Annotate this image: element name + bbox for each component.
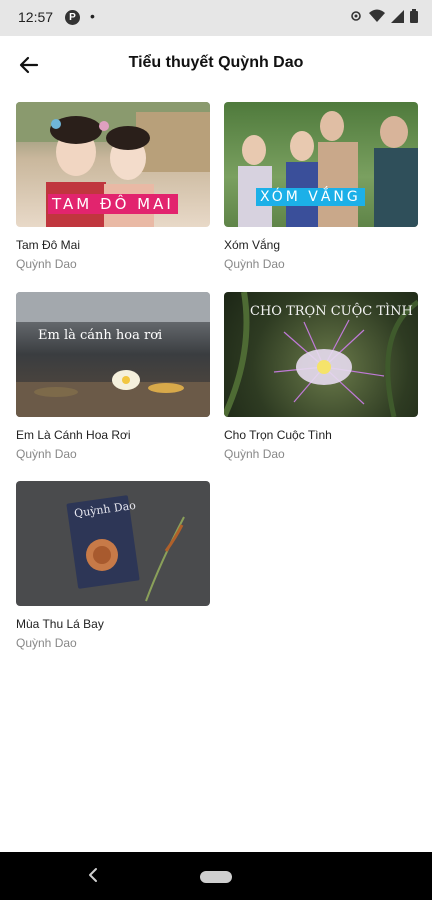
book-author: Quỳnh Dao [224,257,285,271]
cover-art [66,495,185,602]
book-cover[interactable]: Em là cánh hoa rơi [16,292,210,417]
book-cover[interactable]: CHO TRỌN CUỘC TÌNH [224,292,418,417]
status-time: 12:57 [18,9,54,25]
book-title: Cho Trọn Cuộc Tình [224,428,332,442]
book-author: Quỳnh Dao [16,257,77,271]
book-card-cho-tron-cuoc-tinh[interactable]: CHO TRỌN CUỘC TÌNH Cho Trọn Cuộc Tình Qu… [224,292,418,461]
book-card-xom-vang[interactable]: XÓM VẮNG Xóm Vắng Quỳnh Dao [224,102,418,271]
system-nav-bar [0,852,432,900]
book-card-mua-thu-la-bay[interactable]: Quỳnh Dao Mùa Thu Lá Bay Quỳnh Dao [16,481,210,650]
app-bar: Tiểu thuyết Quỳnh Dao [0,36,432,92]
book-title: Tam Đô Mai [16,238,81,252]
book-author: Quỳnh Dao [16,636,77,650]
book-title: Em Là Cánh Hoa Rơi [16,428,131,442]
book-cover[interactable]: Quỳnh Dao [16,481,210,606]
book-card-em-la-canh-hoa-roi[interactable]: Em là cánh hoa rơi Em Là Cánh Hoa Rơi Qu… [16,292,210,461]
status-bar: 12:57 P • [0,0,432,36]
book-card-tam-do-mai[interactable]: TAM ĐÔ MAI Tam Đô Mai Quỳnh Dao [16,102,210,271]
vibrate-icon [351,11,361,21]
book-title: Mùa Thu Lá Bay [16,617,104,631]
book-author: Quỳnh Dao [16,447,77,461]
wifi-icon [369,9,385,22]
signal-icon [391,9,404,23]
page-title: Tiểu thuyết Quỳnh Dao [128,54,304,71]
status-icons [349,9,418,23]
nav-home-pill[interactable] [200,871,232,883]
cover-title: XÓM VẮNG [256,188,365,206]
book-cover[interactable]: XÓM VẮNG [224,102,418,227]
battery-icon [410,9,418,23]
cover-title: TAM ĐÔ MAI [48,194,178,214]
cover-title: Em là cánh hoa rơi [38,328,163,343]
app-notification-icon: P [65,10,80,25]
cover-art [16,292,210,417]
cover-title: CHO TRỌN CUỘC TÌNH [250,304,413,319]
cover-art [238,111,418,227]
book-title: Xóm Vắng [224,238,281,252]
notification-dot: • [90,8,95,24]
nav-back-icon[interactable] [86,866,100,884]
book-cover[interactable]: TAM ĐÔ MAI [16,102,210,227]
book-author: Quỳnh Dao [224,447,285,461]
